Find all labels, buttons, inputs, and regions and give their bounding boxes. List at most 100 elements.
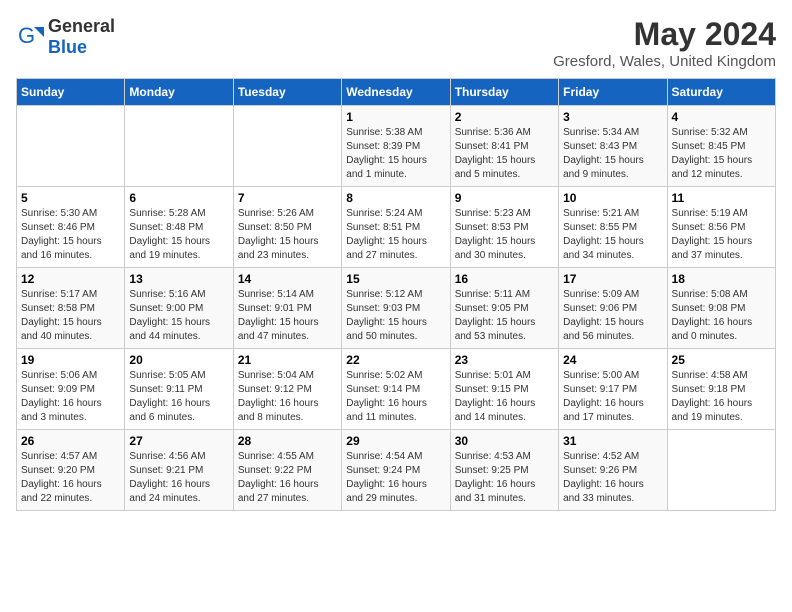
day-info: Sunrise: 5:17 AM Sunset: 8:58 PM Dayligh…	[21, 288, 120, 344]
day-number: 27	[129, 434, 228, 448]
day-info: Sunrise: 5:23 AM Sunset: 8:53 PM Dayligh…	[455, 207, 554, 263]
calendar-cell	[233, 106, 341, 187]
day-number: 23	[455, 353, 554, 367]
day-number: 5	[21, 191, 120, 205]
day-number: 1	[346, 110, 445, 124]
calendar-cell: 1 Sunrise: 5:38 AM Sunset: 8:39 PM Daylig…	[342, 106, 450, 187]
day-info: Sunrise: 5:38 AM Sunset: 8:39 PM Dayligh…	[346, 126, 445, 182]
calendar-cell: 17Sunrise: 5:09 AM Sunset: 9:06 PM Dayli…	[559, 268, 667, 349]
day-number: 4	[672, 110, 771, 124]
day-info: Sunrise: 5:01 AM Sunset: 9:15 PM Dayligh…	[455, 369, 554, 425]
day-info: Sunrise: 5:00 AM Sunset: 9:17 PM Dayligh…	[563, 369, 662, 425]
weekday-header-row: SundayMondayTuesdayWednesdayThursdayFrid…	[17, 79, 776, 106]
day-info: Sunrise: 5:12 AM Sunset: 9:03 PM Dayligh…	[346, 288, 445, 344]
calendar-cell	[125, 106, 233, 187]
weekday-header: Thursday	[450, 79, 558, 106]
day-number: 6	[129, 191, 228, 205]
calendar-cell: 13 Sunrise: 5:16 AM Sunset: 9:00 PM Dayli…	[125, 268, 233, 349]
calendar-cell: 11Sunrise: 5:19 AM Sunset: 8:56 PM Dayli…	[667, 187, 775, 268]
calendar-cell: 7 Sunrise: 5:26 AM Sunset: 8:50 PM Daylig…	[233, 187, 341, 268]
calendar-cell: 12 Sunrise: 5:17 AM Sunset: 8:58 PM Dayli…	[17, 268, 125, 349]
calendar-cell	[17, 106, 125, 187]
day-number: 10	[563, 191, 662, 205]
day-number: 24	[563, 353, 662, 367]
day-number: 16	[455, 272, 554, 286]
svg-text:G: G	[18, 23, 35, 48]
day-info: Sunrise: 5:36 AM Sunset: 8:41 PM Dayligh…	[455, 126, 554, 182]
day-number: 14	[238, 272, 337, 286]
calendar-cell: 2 Sunrise: 5:36 AM Sunset: 8:41 PM Daylig…	[450, 106, 558, 187]
day-number: 20	[129, 353, 228, 367]
calendar-cell: 25Sunrise: 4:58 AM Sunset: 9:18 PM Dayli…	[667, 349, 775, 430]
day-number: 15	[346, 272, 445, 286]
day-info: Sunrise: 5:24 AM Sunset: 8:51 PM Dayligh…	[346, 207, 445, 263]
day-info: Sunrise: 5:19 AM Sunset: 8:56 PM Dayligh…	[672, 207, 771, 263]
day-number: 31	[563, 434, 662, 448]
weekday-header: Wednesday	[342, 79, 450, 106]
day-info: Sunrise: 5:30 AM Sunset: 8:46 PM Dayligh…	[21, 207, 120, 263]
calendar-week-row: 1 Sunrise: 5:38 AM Sunset: 8:39 PM Daylig…	[17, 106, 776, 187]
weekday-header: Saturday	[667, 79, 775, 106]
calendar-cell: 5 Sunrise: 5:30 AM Sunset: 8:46 PM Daylig…	[17, 187, 125, 268]
calendar-cell: 10 Sunrise: 5:21 AM Sunset: 8:55 PM Dayli…	[559, 187, 667, 268]
logo-icon: G	[16, 23, 44, 51]
calendar-cell: 21 Sunrise: 5:04 AM Sunset: 9:12 PM Dayli…	[233, 349, 341, 430]
day-number: 8	[346, 191, 445, 205]
day-number: 19	[21, 353, 120, 367]
calendar-cell: 18 Sunrise: 5:08 AM Sunset: 9:08 PM Dayli…	[667, 268, 775, 349]
day-number: 2	[455, 110, 554, 124]
calendar-cell: 15 Sunrise: 5:12 AM Sunset: 9:03 PM Dayli…	[342, 268, 450, 349]
calendar-cell: 4 Sunrise: 5:32 AM Sunset: 8:45 PM Daylig…	[667, 106, 775, 187]
weekday-header: Tuesday	[233, 79, 341, 106]
calendar-cell: 29 Sunrise: 4:54 AM Sunset: 9:24 PM Dayli…	[342, 430, 450, 511]
day-info: Sunrise: 5:16 AM Sunset: 9:00 PM Dayligh…	[129, 288, 228, 344]
logo-text-blue: Blue	[48, 37, 87, 57]
day-info: Sunrise: 5:26 AM Sunset: 8:50 PM Dayligh…	[238, 207, 337, 263]
day-number: 9	[455, 191, 554, 205]
day-info: Sunrise: 5:08 AM Sunset: 9:08 PM Dayligh…	[672, 288, 771, 344]
day-number: 21	[238, 353, 337, 367]
day-number: 18	[672, 272, 771, 286]
calendar-cell: 30 Sunrise: 4:53 AM Sunset: 9:25 PM Dayli…	[450, 430, 558, 511]
day-info: Sunrise: 5:32 AM Sunset: 8:45 PM Dayligh…	[672, 126, 771, 182]
weekday-header: Monday	[125, 79, 233, 106]
day-number: 7	[238, 191, 337, 205]
logo: G General Blue	[16, 16, 115, 58]
calendar-cell: 24 Sunrise: 5:00 AM Sunset: 9:17 PM Dayli…	[559, 349, 667, 430]
title-block: May 2024 Gresford, Wales, United Kingdom	[553, 16, 776, 70]
day-info: Sunrise: 5:04 AM Sunset: 9:12 PM Dayligh…	[238, 369, 337, 425]
calendar-cell: 16 Sunrise: 5:11 AM Sunset: 9:05 PM Dayli…	[450, 268, 558, 349]
day-info: Sunrise: 4:54 AM Sunset: 9:24 PM Dayligh…	[346, 450, 445, 506]
day-info: Sunrise: 4:52 AM Sunset: 9:26 PM Dayligh…	[563, 450, 662, 506]
calendar-cell: 28Sunrise: 4:55 AM Sunset: 9:22 PM Dayli…	[233, 430, 341, 511]
calendar-cell: 9 Sunrise: 5:23 AM Sunset: 8:53 PM Daylig…	[450, 187, 558, 268]
day-info: Sunrise: 5:14 AM Sunset: 9:01 PM Dayligh…	[238, 288, 337, 344]
calendar-cell: 6 Sunrise: 5:28 AM Sunset: 8:48 PM Daylig…	[125, 187, 233, 268]
day-info: Sunrise: 5:34 AM Sunset: 8:43 PM Dayligh…	[563, 126, 662, 182]
day-number: 22	[346, 353, 445, 367]
calendar-subtitle: Gresford, Wales, United Kingdom	[553, 53, 776, 70]
calendar-cell: 26Sunrise: 4:57 AM Sunset: 9:20 PM Dayli…	[17, 430, 125, 511]
day-number: 12	[21, 272, 120, 286]
calendar-week-row: 5 Sunrise: 5:30 AM Sunset: 8:46 PM Daylig…	[17, 187, 776, 268]
day-info: Sunrise: 4:58 AM Sunset: 9:18 PM Dayligh…	[672, 369, 771, 425]
day-number: 30	[455, 434, 554, 448]
day-info: Sunrise: 5:02 AM Sunset: 9:14 PM Dayligh…	[346, 369, 445, 425]
day-info: Sunrise: 4:53 AM Sunset: 9:25 PM Dayligh…	[455, 450, 554, 506]
day-info: Sunrise: 5:05 AM Sunset: 9:11 PM Dayligh…	[129, 369, 228, 425]
day-number: 29	[346, 434, 445, 448]
calendar-cell: 8 Sunrise: 5:24 AM Sunset: 8:51 PM Daylig…	[342, 187, 450, 268]
day-number: 13	[129, 272, 228, 286]
day-info: Sunrise: 5:28 AM Sunset: 8:48 PM Dayligh…	[129, 207, 228, 263]
day-info: Sunrise: 5:21 AM Sunset: 8:55 PM Dayligh…	[563, 207, 662, 263]
day-info: Sunrise: 4:57 AM Sunset: 9:20 PM Dayligh…	[21, 450, 120, 506]
day-info: Sunrise: 5:09 AM Sunset: 9:06 PM Dayligh…	[563, 288, 662, 344]
calendar-cell: 19 Sunrise: 5:06 AM Sunset: 9:09 PM Dayli…	[17, 349, 125, 430]
day-number: 28	[238, 434, 337, 448]
calendar-cell: 22 Sunrise: 5:02 AM Sunset: 9:14 PM Dayli…	[342, 349, 450, 430]
day-info: Sunrise: 5:06 AM Sunset: 9:09 PM Dayligh…	[21, 369, 120, 425]
calendar-cell	[667, 430, 775, 511]
day-info: Sunrise: 5:11 AM Sunset: 9:05 PM Dayligh…	[455, 288, 554, 344]
calendar-cell: 31 Sunrise: 4:52 AM Sunset: 9:26 PM Dayli…	[559, 430, 667, 511]
calendar-week-row: 19 Sunrise: 5:06 AM Sunset: 9:09 PM Dayli…	[17, 349, 776, 430]
